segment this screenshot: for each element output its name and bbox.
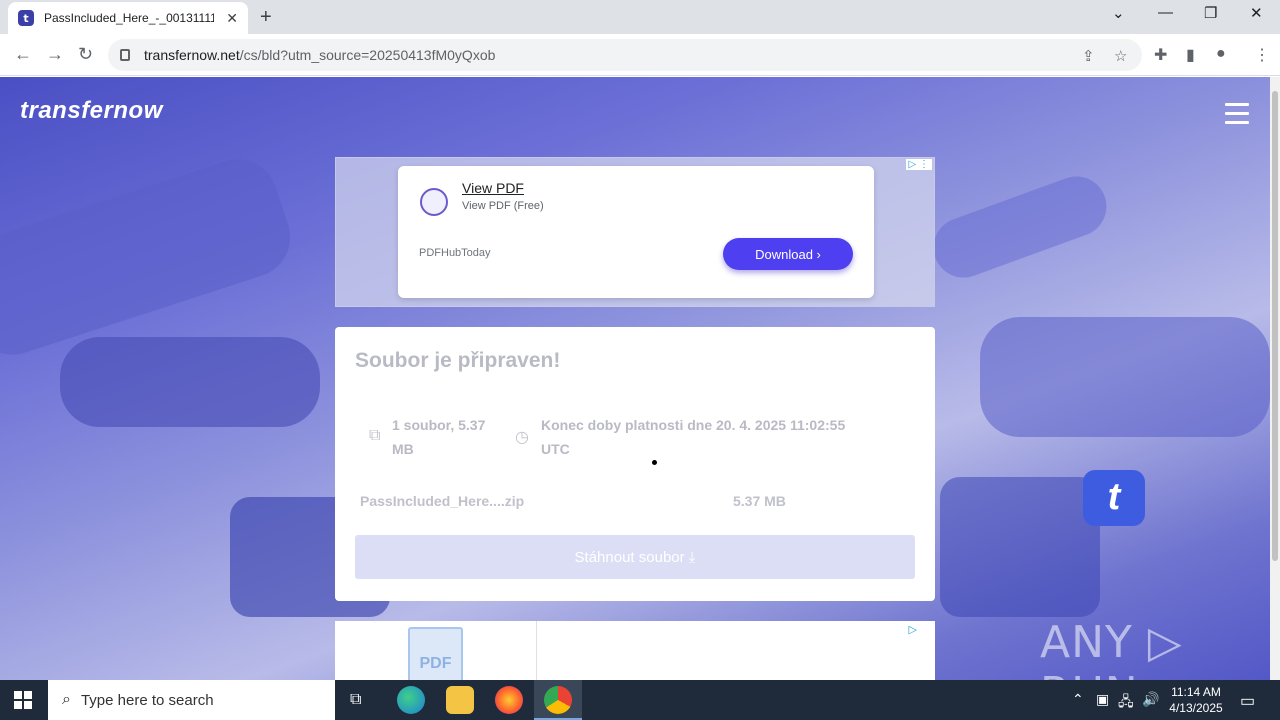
pdf-file-icon: PDF xyxy=(408,627,463,680)
clock-time: 11:14 AM xyxy=(1171,685,1221,699)
extensions-puzzle-icon[interactable]: ✚ xyxy=(1154,45,1167,65)
ad-banner[interactable]: ▷ ⋮ View PDF View PDF (Free) PDFHubToday… xyxy=(335,157,935,307)
pdf-app-icon xyxy=(420,188,448,216)
scrollbar-thumb[interactable] xyxy=(1272,91,1278,561)
ad-subtitle: View PDF (Free) xyxy=(462,200,544,212)
address-bar[interactable]: transfernow.net/cs/bld?utm_source=202504… xyxy=(108,39,1142,71)
notifications-icon[interactable]: ▭ xyxy=(1240,691,1255,711)
ad-brand: PDFHubToday xyxy=(419,247,491,259)
files-count-line1: 1 soubor, 5.37 xyxy=(392,417,486,433)
side-panel-icon[interactable]: ▮ xyxy=(1186,45,1195,65)
decorative-shape xyxy=(940,477,1100,617)
decorative-shape xyxy=(60,337,320,427)
ad-card[interactable]: View PDF View PDF (Free) PDFHubToday Dow… xyxy=(398,166,874,298)
decorative-shape xyxy=(0,148,301,366)
decorative-shape xyxy=(925,168,1115,286)
chrome-icon[interactable] xyxy=(544,686,572,714)
browser-tab[interactable]: t PassIncluded_Here_-_00131111_ ✕ xyxy=(8,2,248,34)
taskbar-search-box[interactable]: ⌕ Type here to search xyxy=(48,680,335,720)
new-tab-button[interactable]: + xyxy=(260,6,272,29)
file-explorer-icon[interactable] xyxy=(446,686,474,714)
transfernow-logo[interactable]: transfernow xyxy=(20,97,163,125)
search-placeholder: Type here to search xyxy=(80,691,214,709)
files-count: 1 soubor, 5.37 MB xyxy=(392,413,485,461)
download-file-button[interactable]: Stáhnout soubor ⤓ xyxy=(355,535,915,579)
url-host: transfernow.net xyxy=(144,47,240,63)
expiry-text: Konec doby platnosti dne 20. 4. 2025 11:… xyxy=(541,413,845,461)
anyrun-watermark: ANY ▷ RUN xyxy=(1040,617,1183,680)
share-icon[interactable]: ⇪ xyxy=(1082,47,1095,65)
task-view-icon[interactable]: ⧉ xyxy=(350,691,361,709)
taskbar-clock[interactable]: 11:14 AM 4/13/2025 xyxy=(1162,684,1230,716)
device-icon[interactable]: ▣ xyxy=(1096,691,1109,708)
volume-icon[interactable]: 🔊 xyxy=(1142,691,1159,708)
clock-date: 4/13/2025 xyxy=(1169,701,1223,715)
edge-browser-icon[interactable] xyxy=(397,686,425,714)
hamburger-menu-icon[interactable] xyxy=(1225,103,1249,130)
more-menu-icon[interactable]: ⋮ xyxy=(1254,45,1270,65)
url-path: /cs/bld?utm_source=20250413fM0yQxob xyxy=(239,47,496,63)
restore-button[interactable]: ❐ xyxy=(1204,4,1217,22)
file-name: PassIncluded_Here....zip xyxy=(360,493,525,509)
profile-avatar-icon[interactable]: ● xyxy=(1216,45,1226,63)
tab-search-chevron-icon[interactable]: ⌄ xyxy=(1112,4,1125,22)
files-count-line2: MB xyxy=(392,441,414,457)
loading-dot xyxy=(652,460,657,465)
forward-arrow-icon[interactable]: → xyxy=(46,44,64,65)
ad-choices-icon[interactable]: ▷ xyxy=(909,623,917,636)
network-icon[interactable]: 🖧 xyxy=(1118,691,1134,715)
lock-icon[interactable] xyxy=(120,49,130,61)
reload-icon[interactable]: ↻ xyxy=(78,44,93,65)
file-size: 5.37 MB xyxy=(733,493,786,509)
file-copy-icon: ⧉ xyxy=(369,427,381,444)
close-tab-icon[interactable]: ✕ xyxy=(226,10,238,27)
ad-title[interactable]: View PDF xyxy=(462,180,524,196)
page-scrollbar[interactable] xyxy=(1270,77,1280,680)
expiry-line2: UTC xyxy=(541,441,570,457)
ad-download-button[interactable]: Download › xyxy=(723,238,853,270)
download-card: Soubor je připraven! ⧉ 1 soubor, 5.37 MB… xyxy=(335,327,935,601)
tab-title: PassIncluded_Here_-_00131111_ xyxy=(44,11,214,25)
transfernow-tile-logo: t xyxy=(1083,470,1145,526)
back-arrow-icon[interactable]: ← xyxy=(14,44,32,65)
minimize-button[interactable]: — xyxy=(1158,4,1173,21)
card-title: Soubor je připraven! xyxy=(355,349,561,372)
close-window-button[interactable]: ✕ xyxy=(1250,4,1263,22)
decorative-shape xyxy=(980,317,1270,437)
tab-strip: t PassIncluded_Here_-_00131111_ ✕ + ⌄ — … xyxy=(0,0,1280,34)
transfernow-favicon-icon: t xyxy=(18,10,34,26)
firefox-icon[interactable] xyxy=(495,686,523,714)
bookmark-star-icon[interactable]: ☆ xyxy=(1114,47,1127,65)
search-icon: ⌕ xyxy=(62,691,71,708)
windows-start-icon[interactable] xyxy=(14,691,32,709)
windows-taskbar: ⌕ Type here to search ⧉ ⌃ ▣ 🖧 🔊 11:14 AM… xyxy=(0,680,1280,720)
ad-choices-icon[interactable]: ▷ ⋮ xyxy=(905,159,932,170)
expiry-line1: Konec doby platnosti dne 20. 4. 2025 11:… xyxy=(541,417,846,433)
browser-toolbar: ← → ↻ transfernow.net/cs/bld?utm_source=… xyxy=(0,34,1280,76)
divider xyxy=(536,621,537,680)
show-hidden-icons-chevron-icon[interactable]: ⌃ xyxy=(1072,691,1084,708)
chrome-taskbar-active[interactable] xyxy=(534,680,582,720)
timer-icon: ◷ xyxy=(515,429,529,446)
page-content: transfernow ▷ ⋮ View PDF View PDF (Free)… xyxy=(0,77,1270,680)
ad-banner-bottom[interactable]: PDF ▷ xyxy=(335,621,935,680)
